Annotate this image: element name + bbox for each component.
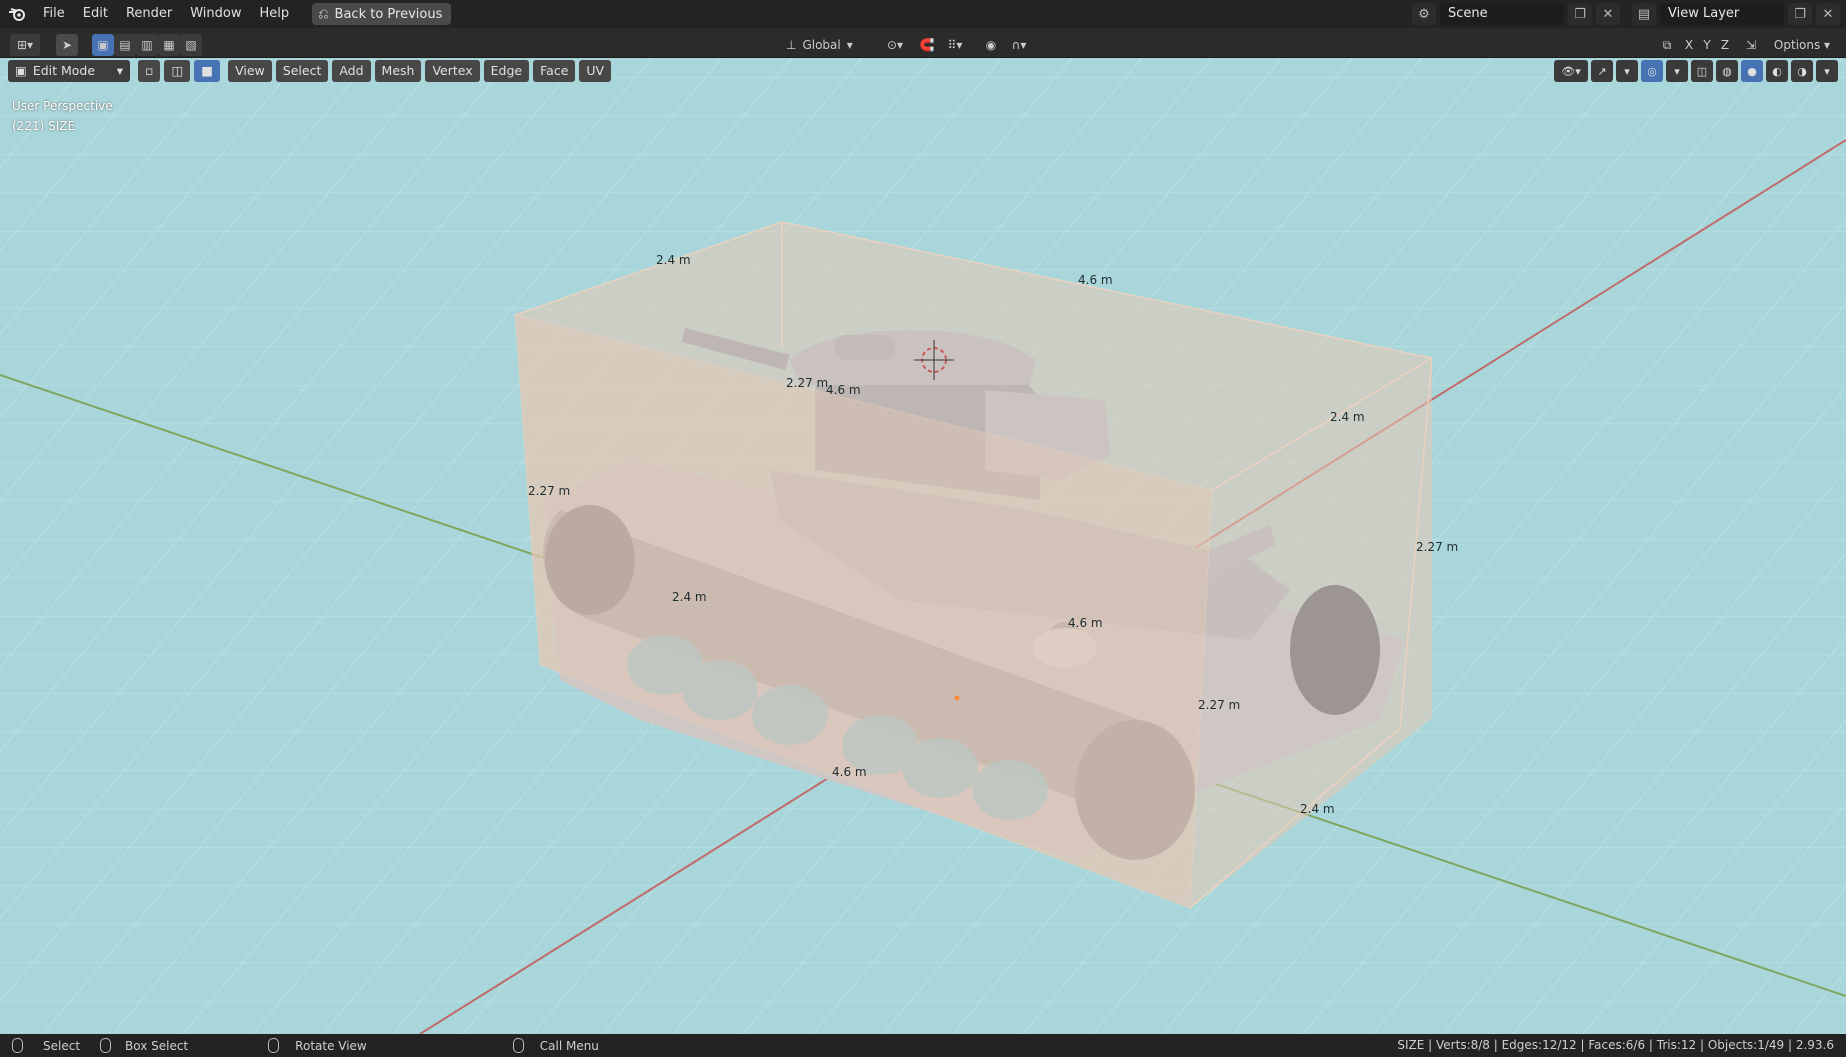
proportional-edit-icon[interactable]: ◉ (980, 34, 1002, 56)
snap-toggle-icon[interactable]: 🧲 (916, 34, 938, 56)
orientation-label: Global (802, 38, 841, 52)
mirror-icon[interactable]: ⧉ (1656, 34, 1678, 56)
dimension-label: 2.27 m (786, 376, 829, 390)
select-extend-icon[interactable]: ▤ (114, 34, 136, 56)
status-rotate-view: Rotate View (268, 1038, 367, 1053)
select-subtract-icon[interactable]: ▥ (136, 34, 158, 56)
dimension-label: 2.27 m (1198, 698, 1241, 712)
edit-mode-icon: ▣ (15, 63, 27, 78)
menu-render[interactable]: Render (117, 0, 181, 28)
chevron-down-icon: ▾ (846, 38, 853, 52)
pivot-point-icon[interactable]: ⊙▾ (880, 34, 910, 56)
vertex-select-mode-icon[interactable]: ▫ (138, 60, 161, 82)
delete-scene-icon[interactable]: ✕ (1596, 3, 1620, 25)
view-perspective-label: User Perspective (12, 99, 113, 113)
orientation-icon: ⊥ (786, 38, 797, 52)
status-call-menu-label: Call Menu (539, 1038, 599, 1053)
menu-file[interactable]: File (34, 0, 74, 28)
status-bar: Select Box Select Rotate View Call Menu … (0, 1034, 1846, 1057)
viewport-shading-bar: 👁▾ ↗ ▾ ◎ ▾ ◫ ◍ ● ◐ ◑ ▾ (1554, 60, 1838, 82)
dimension-label: 4.6 m (1078, 273, 1113, 287)
status-select-label: Select (43, 1038, 81, 1053)
dimension-label: 4.6 m (1068, 616, 1103, 630)
select-intersect-icon[interactable]: ▧ (180, 34, 202, 56)
menu-edge[interactable]: Edge (483, 60, 530, 82)
material-shading-icon[interactable]: ◐ (1766, 60, 1788, 82)
gizmo-dropdown-icon[interactable]: ▾ (1616, 60, 1638, 82)
overlays-icon[interactable]: ◎ (1641, 60, 1663, 82)
shading-dropdown-icon[interactable]: ▾ (1816, 60, 1838, 82)
dimension-label: 2.4 m (656, 253, 691, 267)
blender-logo-icon[interactable] (0, 0, 34, 28)
dimension-label: 4.6 m (826, 383, 861, 397)
mirror-z-toggle[interactable]: Z (1714, 34, 1736, 56)
select-invert-icon[interactable]: ▦ (158, 34, 180, 56)
scene-browse-icon[interactable]: ⚙ (1412, 3, 1436, 25)
top-menu-bar: File Edit Render Window Help ⎌ Back to P… (0, 0, 1846, 28)
back-to-previous-button[interactable]: ⎌ Back to Previous (312, 3, 452, 25)
options-dropdown[interactable]: Options ▾ (1766, 34, 1838, 56)
options-label: Options (1773, 38, 1821, 52)
object-info-label: (221) SIZE (12, 119, 76, 133)
menu-face[interactable]: Face (533, 60, 576, 82)
status-box-select: Box Select (100, 1038, 188, 1053)
status-select: Select (12, 1038, 80, 1053)
mouse-left-icon (12, 1038, 23, 1053)
dimension-label: 2.27 m (1416, 540, 1459, 554)
new-view-layer-icon[interactable]: ❐ (1788, 3, 1812, 25)
viewport-header: ▣ Edit Mode ▾ ▫ ◫ ■ View Select Add Mesh… (8, 60, 612, 82)
view-layer-browse-icon[interactable]: ▤ (1632, 3, 1656, 25)
mode-select[interactable]: ▣ Edit Mode ▾ (8, 60, 130, 82)
mouse-middle-icon (268, 1038, 280, 1053)
scene-selector-group: ⚙ Scene ❐ ✕ ▤ View Layer ❐ ✕ (1412, 3, 1840, 25)
back-to-previous-label: Back to Previous (334, 6, 443, 22)
solid-shading-icon[interactable]: ● (1741, 60, 1763, 82)
chevron-down-icon: ▾ (116, 63, 123, 78)
3d-viewport[interactable] (0, 58, 1846, 1034)
view-layer-field[interactable]: View Layer (1660, 3, 1784, 25)
overlays-dropdown-icon[interactable]: ▾ (1666, 60, 1688, 82)
dimension-label: 2.4 m (1300, 802, 1335, 816)
menu-help[interactable]: Help (251, 0, 299, 28)
select-new-icon[interactable]: ▣ (92, 34, 114, 56)
xray-icon[interactable]: ◫ (1691, 60, 1713, 82)
snap-target-icon[interactable]: ⠿▾ (940, 34, 970, 56)
menu-edit[interactable]: Edit (74, 0, 117, 28)
dimension-label: 2.27 m (528, 484, 571, 498)
rendered-shading-icon[interactable]: ◑ (1791, 60, 1813, 82)
scene-statistics: SIZE | Verts:8/8 | Edges:12/12 | Faces:6… (1397, 1038, 1834, 1052)
editor-type-icon[interactable]: ⊞▾ (10, 34, 40, 56)
menu-vertex[interactable]: Vertex (425, 60, 480, 82)
status-call-menu: Call Menu (512, 1038, 599, 1053)
back-icon: ⎌ (318, 6, 329, 22)
dimension-label: 4.6 m (832, 765, 867, 779)
select-tool-icon[interactable]: ➤ (56, 34, 78, 56)
wireframe-shading-icon[interactable]: ◍ (1716, 60, 1738, 82)
transform-orientation-select[interactable]: ⊥ Global ▾ (786, 34, 874, 56)
menu-select[interactable]: Select (275, 60, 329, 82)
scene-name-field[interactable]: Scene (1440, 3, 1564, 25)
dimension-label: 2.4 m (672, 590, 707, 604)
visibility-icon[interactable]: 👁▾ (1554, 60, 1588, 82)
dimension-label: 2.4 m (1330, 410, 1365, 424)
menu-uv[interactable]: UV (579, 60, 612, 82)
menu-add[interactable]: Add (332, 60, 371, 82)
object-origin (954, 695, 960, 701)
status-rotate-view-label: Rotate View (295, 1038, 367, 1053)
auto-merge-icon[interactable]: ⇲ (1740, 34, 1762, 56)
mode-label: Edit Mode (32, 63, 96, 78)
gizmo-icon[interactable]: ↗ (1591, 60, 1613, 82)
edge-select-mode-icon[interactable]: ◫ (164, 60, 191, 82)
falloff-icon[interactable]: ∩▾ (1004, 34, 1034, 56)
viewport-overlay-text: User Perspective (221) SIZE (12, 96, 113, 136)
new-scene-icon[interactable]: ❐ (1568, 3, 1592, 25)
menu-mesh[interactable]: Mesh (374, 60, 422, 82)
delete-view-layer-icon[interactable]: ✕ (1816, 3, 1840, 25)
menu-window[interactable]: Window (181, 0, 250, 28)
mouse-drag-icon (100, 1038, 112, 1053)
mouse-right-icon (512, 1038, 524, 1053)
face-select-mode-icon[interactable]: ■ (194, 60, 221, 82)
menu-view[interactable]: View (228, 60, 272, 82)
status-box-select-label: Box Select (125, 1038, 189, 1053)
